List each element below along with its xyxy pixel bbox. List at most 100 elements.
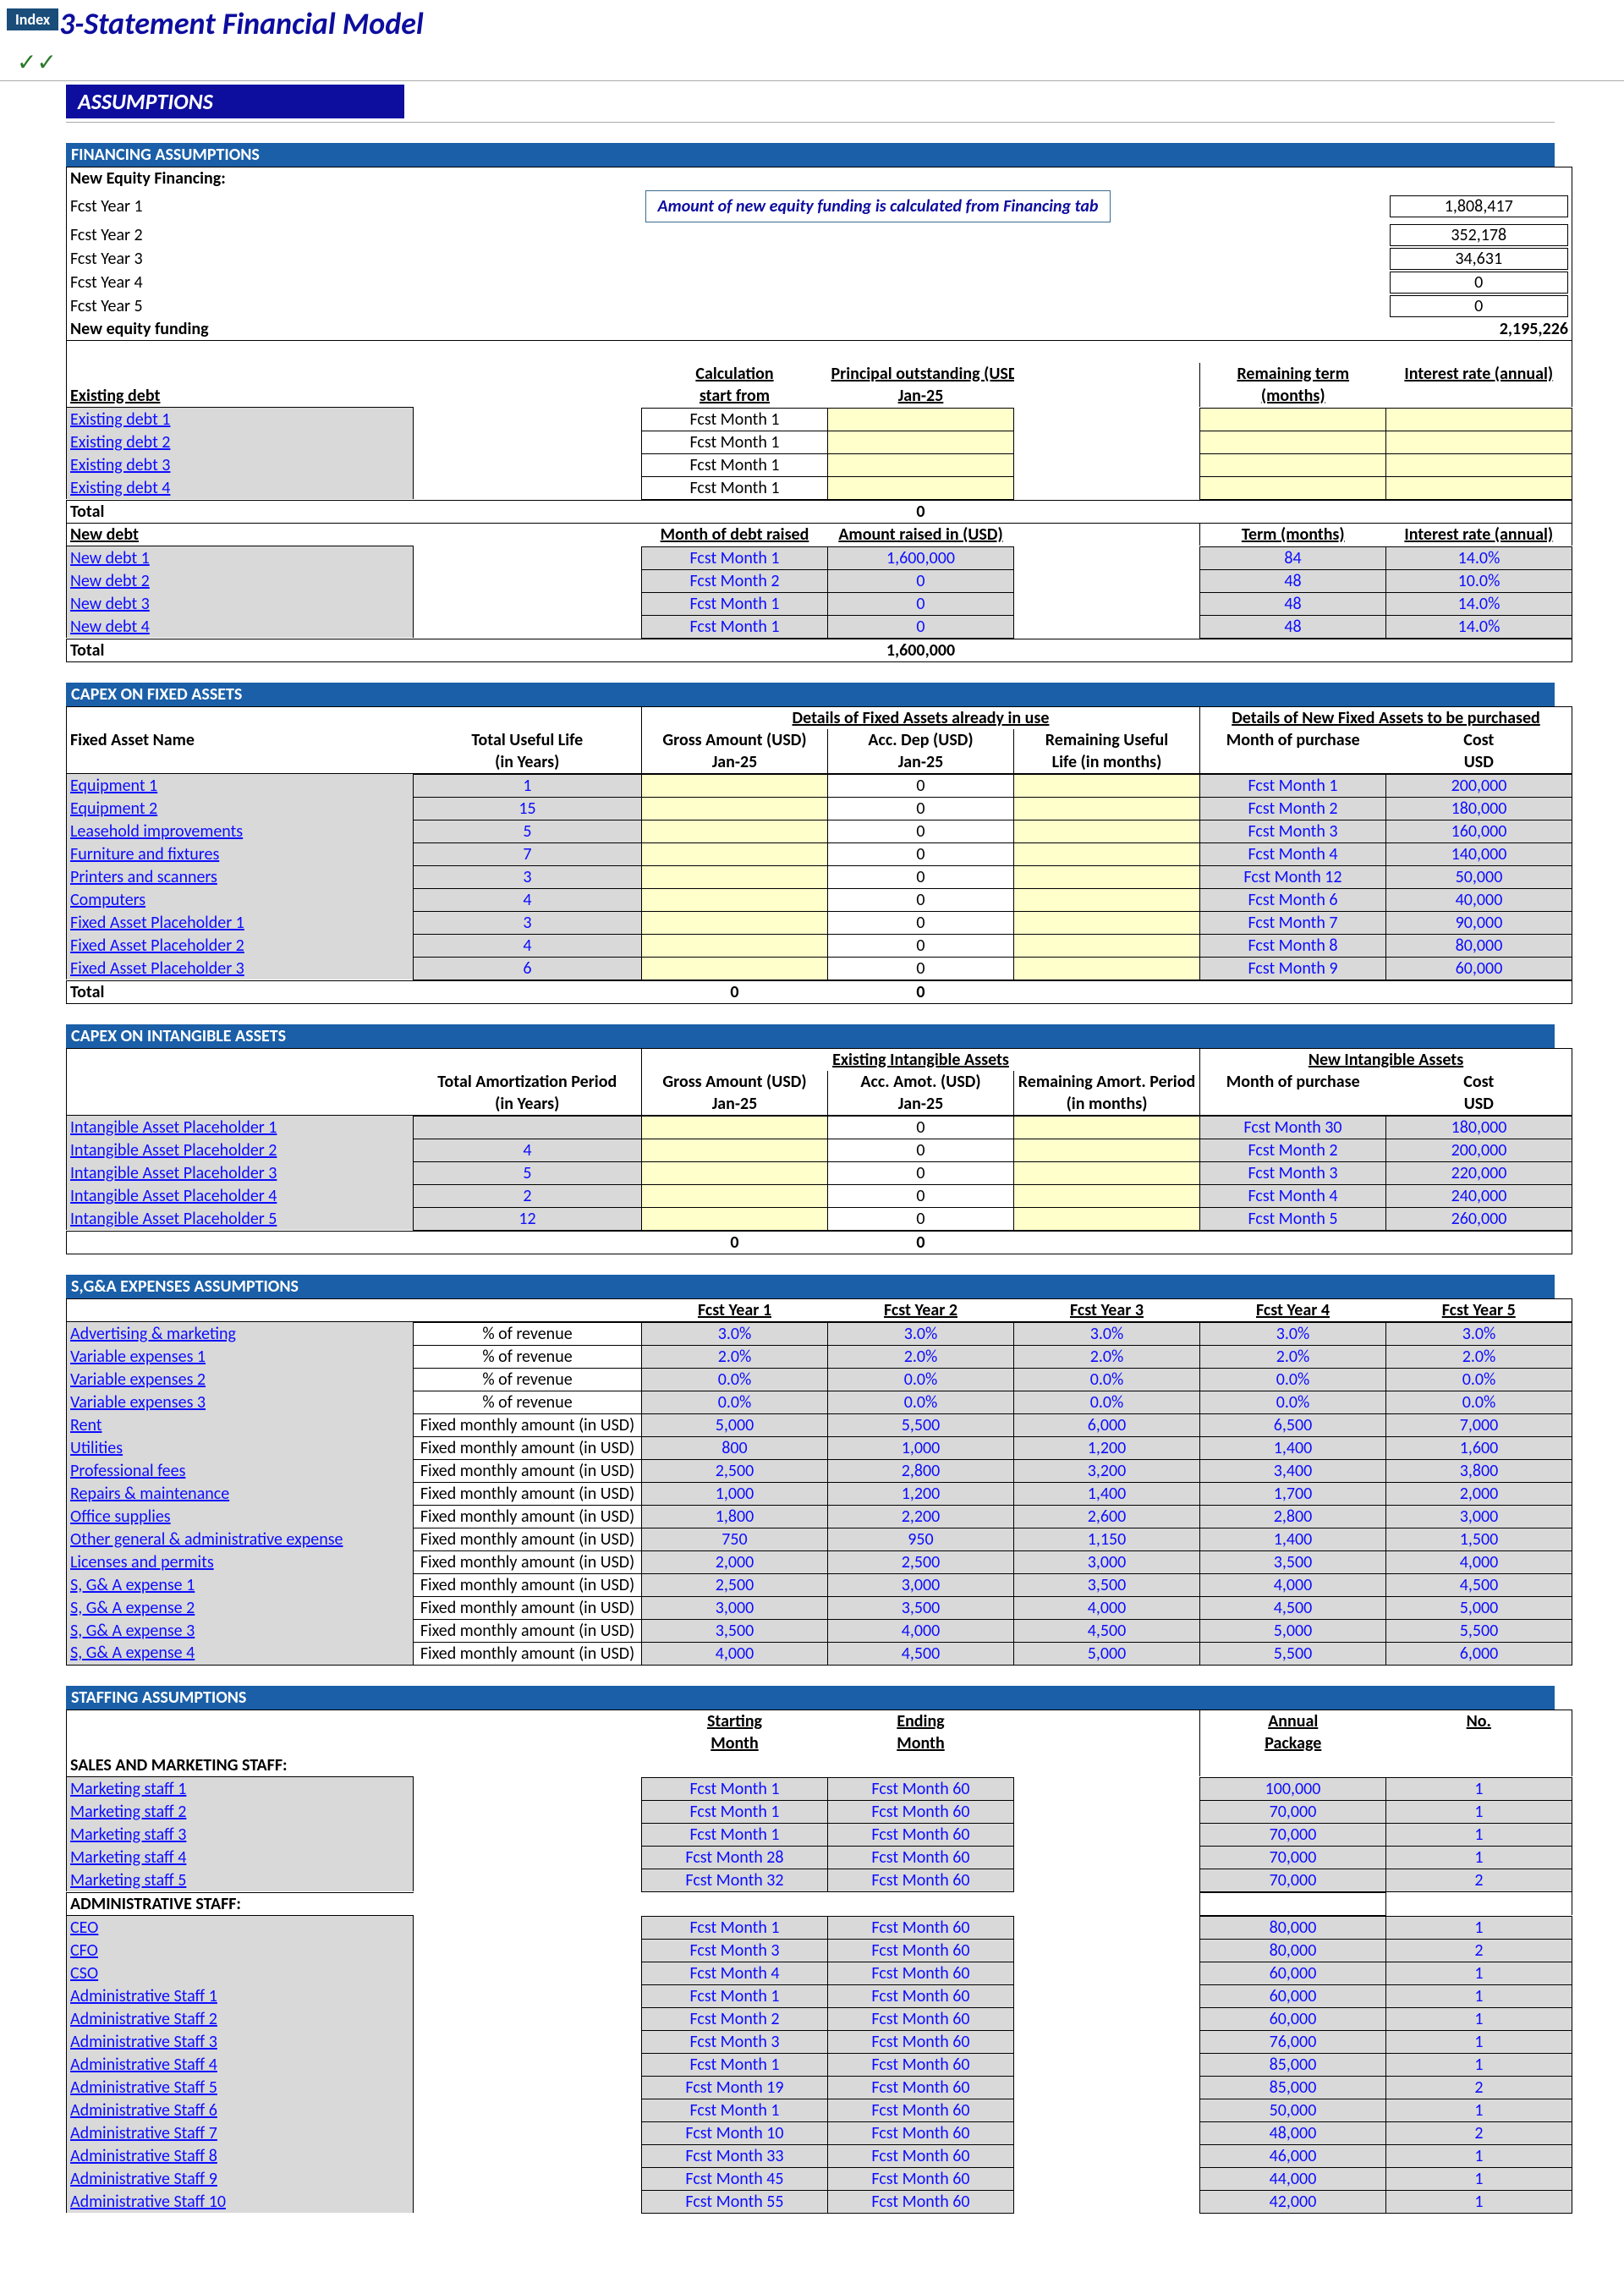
cell: Utilities — [67, 1436, 414, 1459]
cell: 60,000 — [1386, 957, 1572, 980]
cf-total: Total00 — [66, 980, 1572, 1004]
index-tab[interactable]: Index — [7, 8, 58, 30]
cell: 180,000 — [1386, 797, 1572, 820]
label: Fcst Year 2 — [67, 223, 414, 247]
cell: Fcst Month 2 — [642, 2007, 828, 2030]
cell: Fcst Month 1 — [642, 453, 828, 476]
cell: Fcst Month 7 — [1200, 911, 1386, 934]
cell: Fcst Month 60 — [828, 1984, 1014, 2007]
hdr: Term (months) — [1200, 523, 1386, 546]
cell: Fcst Month 12 — [1200, 865, 1386, 888]
cell: 5 — [414, 1161, 642, 1184]
cell: 4 — [414, 934, 642, 957]
cell: Licenses and permits — [67, 1550, 414, 1573]
cell: 80,000 — [1386, 934, 1572, 957]
cell: 0 — [828, 957, 1014, 980]
cell: Variable expenses 1 — [67, 1345, 414, 1368]
cell: Fcst Month 1 — [1200, 774, 1386, 797]
cell — [642, 1116, 828, 1139]
financing-header: FINANCING ASSUMPTIONS — [66, 143, 1555, 167]
cell: 4,000 — [1014, 1596, 1200, 1619]
staffing-header: STAFFING ASSUMPTIONS — [66, 1686, 1555, 1710]
cell: 3.0% — [828, 1322, 1014, 1345]
cell: 5 — [414, 820, 642, 842]
cell — [1386, 408, 1572, 431]
cell: 4 — [414, 1139, 642, 1161]
cell: % of revenue — [414, 1345, 642, 1368]
cell: 0.0% — [1200, 1368, 1386, 1391]
cell: Printers and scanners — [67, 865, 414, 888]
cell: Marketing staff 3 — [67, 1823, 414, 1846]
hdr: Cost — [1386, 729, 1572, 751]
value: 1,808,417 — [1390, 195, 1569, 217]
cell — [642, 957, 828, 980]
cell: Marketing staff 1 — [67, 1777, 414, 1800]
cell: Rent — [67, 1413, 414, 1436]
cell: 0 — [828, 615, 1014, 638]
hdr: Fcst Year 2 — [828, 1298, 1014, 1321]
capex-fixed-header: CAPEX ON FIXED ASSETS — [66, 683, 1555, 706]
cell: 70,000 — [1200, 1846, 1386, 1869]
cell — [828, 408, 1014, 431]
cell: Existing debt 3 — [67, 453, 414, 476]
cell: 1,200 — [1014, 1436, 1200, 1459]
cell: Advertising & marketing — [67, 1322, 414, 1345]
cell — [1014, 888, 1200, 911]
hdr: Jan-25 — [642, 1093, 828, 1116]
cell: 3,000 — [828, 1573, 1014, 1596]
hdr: Ending — [828, 1710, 1014, 1732]
cell: 6,000 — [1014, 1413, 1200, 1436]
label: Fcst Year 3 — [67, 247, 414, 271]
hdr: No. — [1386, 1710, 1572, 1732]
hdr: Jan-25 — [828, 751, 1014, 774]
hdr: Interest rate (annual) — [1386, 523, 1572, 546]
cell: Computers — [67, 888, 414, 911]
cell: 0.0% — [828, 1391, 1014, 1413]
cell: Fcst Month 10 — [642, 2121, 828, 2144]
cell — [828, 476, 1014, 499]
cell: 5,000 — [1014, 1642, 1200, 1665]
cell: 2,500 — [828, 1550, 1014, 1573]
group1: Details of Fixed Assets already in use — [642, 706, 1200, 729]
cell: 0 — [828, 820, 1014, 842]
new-debt-rows: New debt 1Fcst Month 11,600,0008414.0%Ne… — [66, 546, 1572, 639]
cell: 0.0% — [828, 1368, 1014, 1391]
cell: 160,000 — [1386, 820, 1572, 842]
cell: Fcst Month 1 — [642, 2053, 828, 2076]
cell: Fcst Month 60 — [828, 2099, 1014, 2121]
cell — [828, 453, 1014, 476]
hdr: Month — [828, 1732, 1014, 1754]
cell: 3,500 — [1200, 1550, 1386, 1573]
cell: 2,000 — [1386, 1482, 1572, 1505]
cf-gross-total: 0 — [642, 980, 828, 1003]
cell: 1 — [1386, 1962, 1572, 1984]
cell: Intangible Asset Placeholder 5 — [67, 1207, 414, 1230]
hdr: Acc. Amot. (USD) — [828, 1071, 1014, 1093]
cell: Variable expenses 3 — [67, 1391, 414, 1413]
cell: 0.0% — [1014, 1391, 1200, 1413]
cell: Fcst Month 9 — [1200, 957, 1386, 980]
cell — [1200, 408, 1386, 431]
sga-headers: Fcst Year 1 Fcst Year 2 Fcst Year 3 Fcst… — [66, 1298, 1572, 1322]
cell: 800 — [642, 1436, 828, 1459]
cell — [642, 888, 828, 911]
cell: Fixed monthly amount (in USD) — [414, 1642, 642, 1665]
cell: Fixed Asset Placeholder 1 — [67, 911, 414, 934]
group2: New Intangible Assets — [1200, 1048, 1572, 1071]
cell — [414, 1116, 642, 1139]
cell — [828, 431, 1014, 453]
cell: Fcst Month 1 — [642, 476, 828, 499]
cell: 1,600,000 — [828, 546, 1014, 569]
staffing-admin-rows: CEOFcst Month 1Fcst Month 6080,0001CFOFc… — [66, 1916, 1572, 2214]
cell: 0 — [828, 1207, 1014, 1230]
cell: 90,000 — [1386, 911, 1572, 934]
capex-intangible-header: CAPEX ON INTANGIBLE ASSETS — [66, 1024, 1555, 1048]
cell: Administrative Staff 10 — [67, 2190, 414, 2213]
hdr: Remaining Useful — [1014, 729, 1200, 751]
cell: 4,000 — [1200, 1573, 1386, 1596]
cell: 0.0% — [1386, 1368, 1572, 1391]
cell: Fcst Month 60 — [828, 1962, 1014, 1984]
cell: 0 — [828, 774, 1014, 797]
value: 0 — [1390, 295, 1569, 317]
cell: Fcst Month 60 — [828, 2190, 1014, 2213]
